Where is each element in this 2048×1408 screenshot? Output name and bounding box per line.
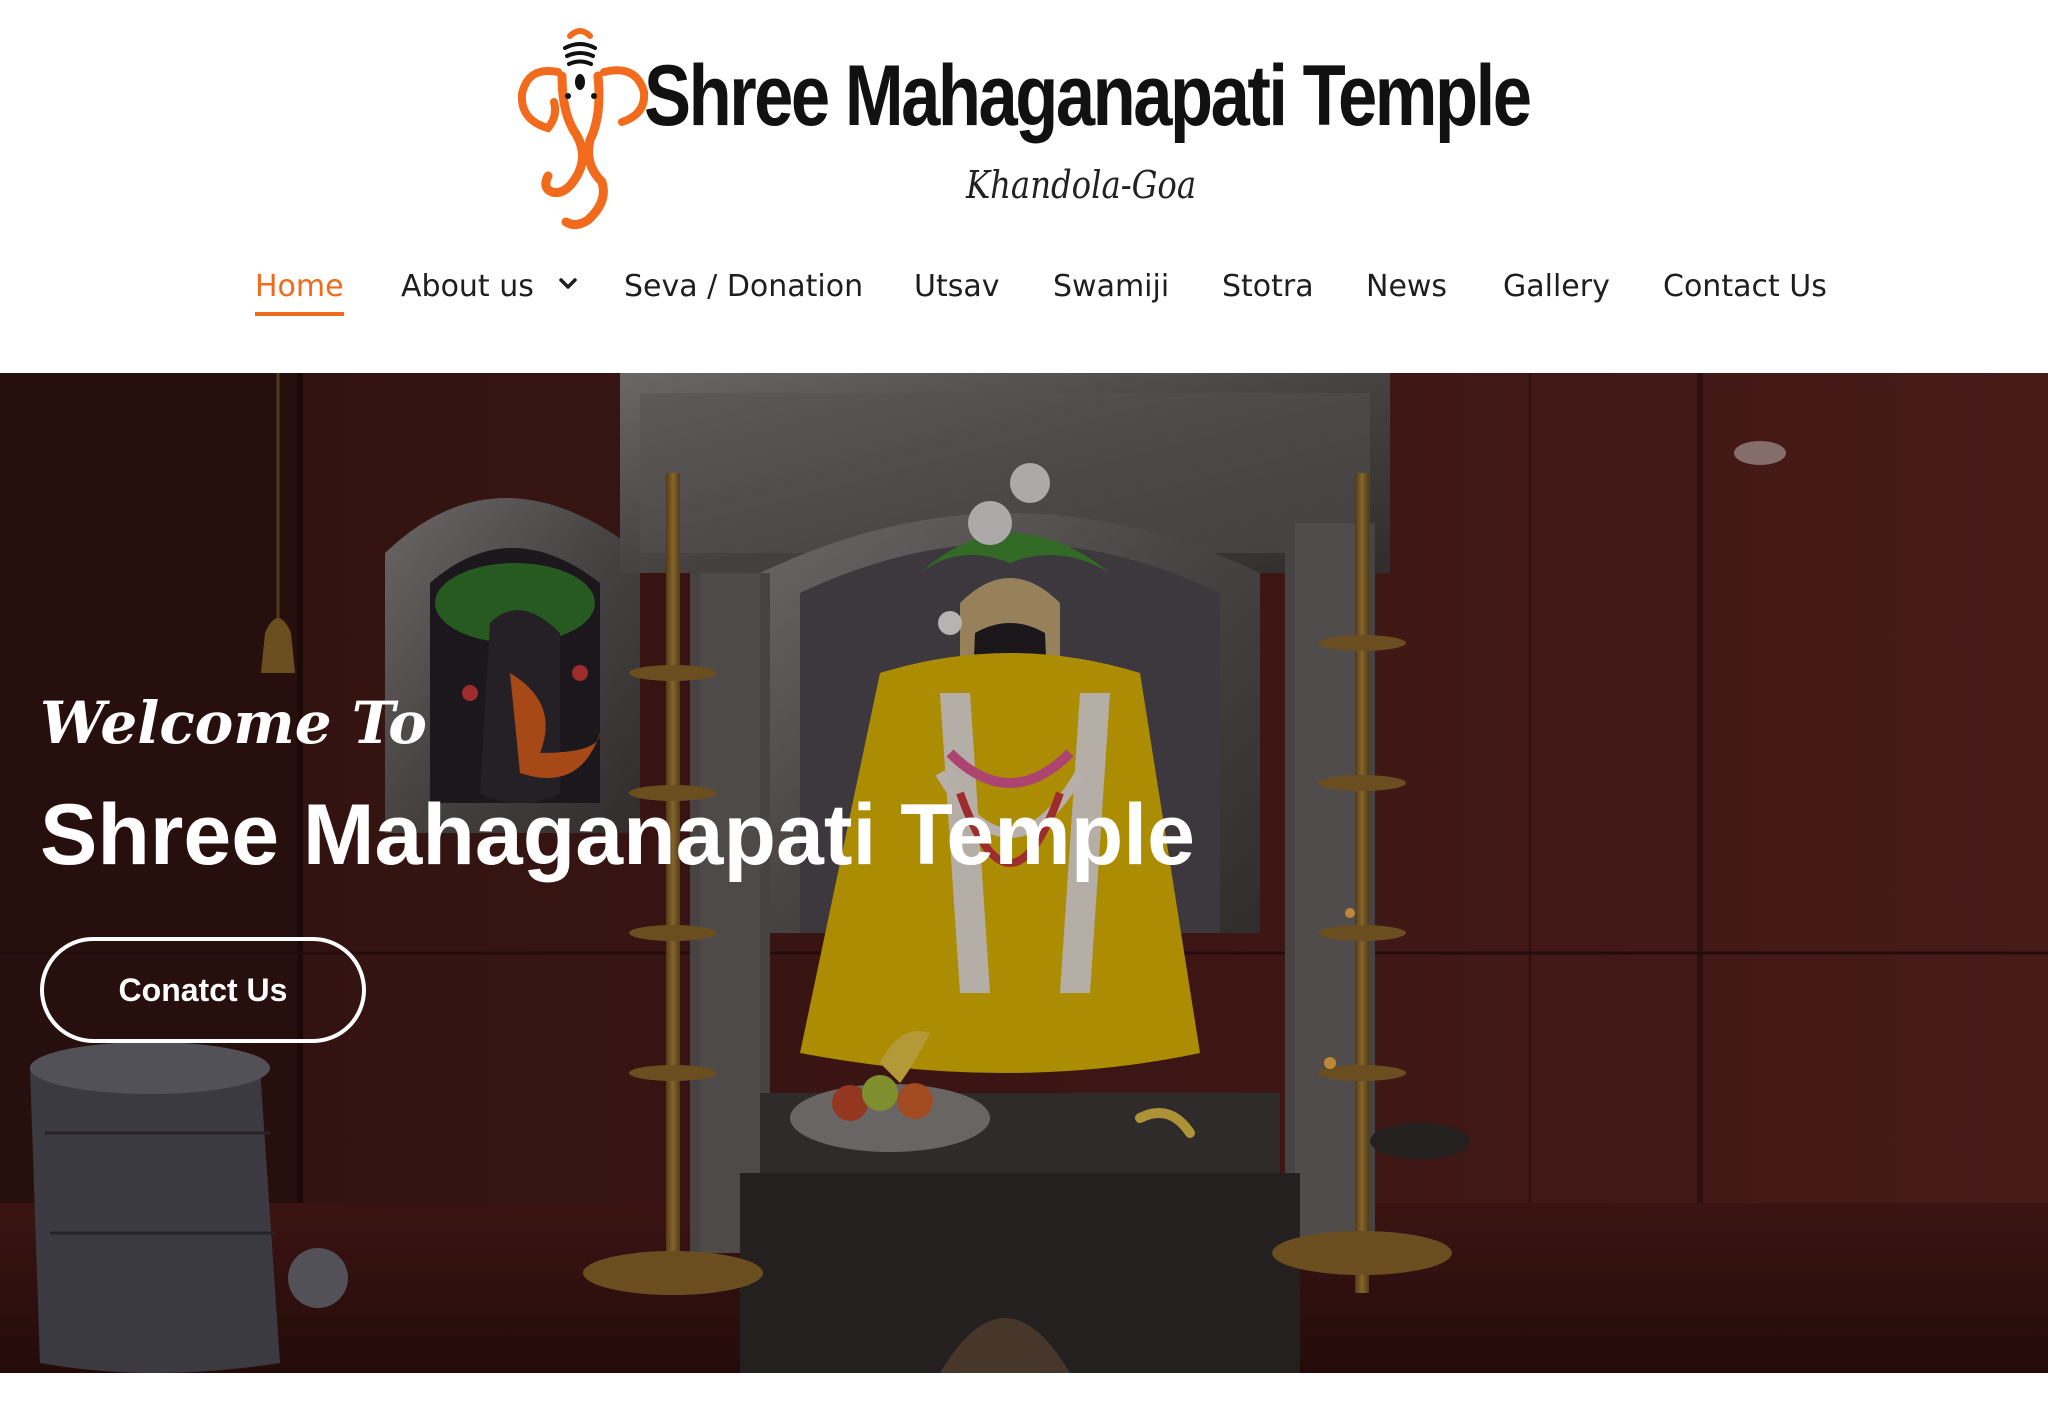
nav-item-gallery[interactable]: Gallery xyxy=(1503,262,1610,312)
nav-item-stotra[interactable]: Stotra xyxy=(1222,262,1314,312)
nav-item-label: Seva / Donation xyxy=(624,269,864,304)
nav-item-utsav[interactable]: Utsav xyxy=(914,262,1000,312)
logo-title: Shree Mahaganapati Temple xyxy=(644,48,1532,144)
nav-item-swamiji[interactable]: Swamiji xyxy=(1053,262,1169,312)
nav-item-about-us[interactable]: About us xyxy=(401,262,579,312)
nav-item-home[interactable]: Home xyxy=(255,262,344,316)
logo-subtitle: Khandola-Goa xyxy=(966,163,1197,207)
hero-welcome-text: Welcome To xyxy=(40,689,427,757)
hero-title: Shree Mahaganapati Temple xyxy=(40,787,1195,883)
nav-item-label: Home xyxy=(255,269,344,304)
site-logo[interactable]: Shree Mahaganapati Temple Khandola-Goa xyxy=(518,20,1538,235)
nav-item-news[interactable]: News xyxy=(1366,262,1447,312)
nav-item-seva-donation[interactable]: Seva / Donation xyxy=(624,262,863,312)
nav-item-label: Stotra xyxy=(1222,269,1314,304)
page: Shree Mahaganapati Temple Khandola-Goa H… xyxy=(0,0,2048,1408)
ganesha-logo-icon xyxy=(518,28,648,230)
page-bottom-strip xyxy=(0,1373,2048,1408)
chevron-down-icon xyxy=(559,277,578,289)
nav-item-label: Utsav xyxy=(914,269,1000,304)
nav-item-label: News xyxy=(1366,269,1448,304)
nav-item-label: Gallery xyxy=(1503,269,1610,304)
nav-item-label: Swamiji xyxy=(1053,269,1170,304)
hero-section: Welcome To Shree Mahaganapati Temple Con… xyxy=(0,373,2048,1373)
main-nav: Home About us Seva / Donation Utsav Swam… xyxy=(0,252,2048,322)
nav-item-label: Contact Us xyxy=(1663,269,1827,304)
site-header: Shree Mahaganapati Temple Khandola-Goa H… xyxy=(0,0,2048,373)
nav-item-contact-us[interactable]: Contact Us xyxy=(1663,262,1827,312)
nav-item-label: About us xyxy=(401,269,534,304)
contact-us-button[interactable]: Conatct Us xyxy=(40,937,366,1043)
